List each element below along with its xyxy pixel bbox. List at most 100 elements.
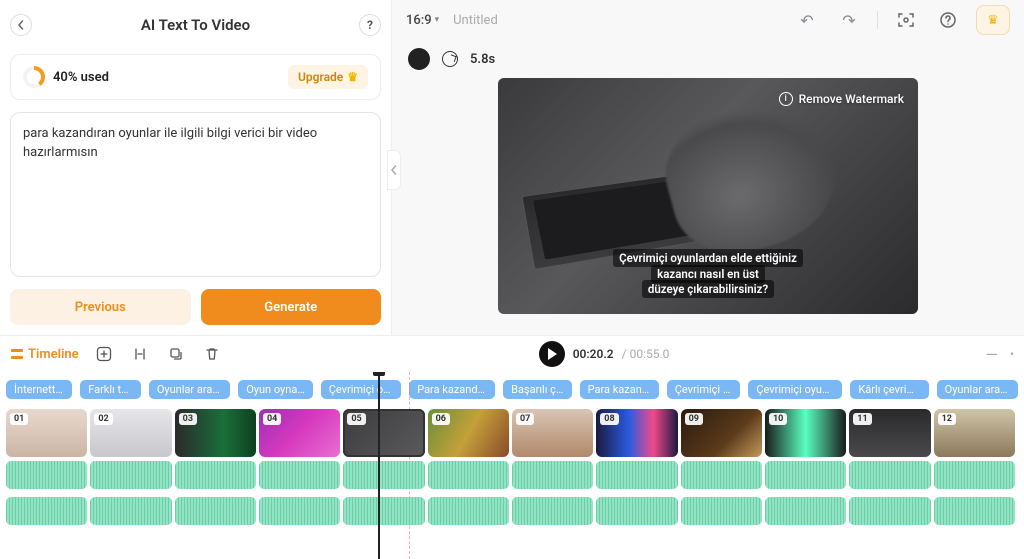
video-clip[interactable]: 07 <box>512 409 593 457</box>
text-track: İnternetten ... Farklı türd... Oyunlar ara… <box>0 378 1024 401</box>
panel-title: AI Text To Video <box>141 16 250 34</box>
chevron-left-icon <box>390 165 398 175</box>
usage-ring-icon <box>23 66 45 88</box>
split-icon <box>132 346 148 362</box>
timeline-icon <box>10 347 24 361</box>
premium-button[interactable]: ♛ <box>976 5 1010 35</box>
timeline-tab[interactable]: Timeline <box>10 347 79 362</box>
text-clip[interactable]: Oyunlar aracılığ... <box>149 380 230 399</box>
usage-box: 40% used Upgrade ♛ <box>10 54 381 100</box>
timeline-panel: Timeline 00:20.2 / 00:55.0 — • İnternett… <box>0 335 1024 559</box>
clip-number: 06 <box>432 413 450 425</box>
audio-clip[interactable] <box>343 497 424 525</box>
zoom-out-button[interactable]: — <box>985 345 998 364</box>
clip-number: 11 <box>853 413 871 425</box>
aspect-label: 16:9 <box>406 13 432 28</box>
audio-clip[interactable] <box>90 461 171 489</box>
audio-clip[interactable] <box>512 497 593 525</box>
timeline-toolbar: Timeline 00:20.2 / 00:55.0 — • <box>0 336 1024 372</box>
text-clip[interactable]: Çevrimiçi oyu... <box>667 380 741 399</box>
clip-number: 09 <box>685 413 703 425</box>
video-clip[interactable]: 04 <box>259 409 340 457</box>
video-clip[interactable]: 03 <box>175 409 256 457</box>
video-clip[interactable]: 05 <box>343 409 424 457</box>
aspect-ratio-select[interactable]: 16:9 ▾ <box>406 13 439 28</box>
audio-track <box>0 495 1024 531</box>
ai-text-to-video-panel: AI Text To Video ? 40% used Upgrade ♛ pa… <box>0 0 392 335</box>
text-clip[interactable]: Başarılı çevr... <box>503 380 572 399</box>
upgrade-button[interactable]: Upgrade ♛ <box>288 65 368 89</box>
playhead[interactable] <box>378 372 380 559</box>
audio-clip[interactable] <box>681 461 762 489</box>
split-button[interactable] <box>129 343 151 365</box>
add-button[interactable] <box>93 343 115 365</box>
text-clip[interactable]: Farklı türd... <box>80 380 141 399</box>
audio-clip[interactable] <box>512 461 593 489</box>
clip-duration: 5.8s <box>470 52 495 67</box>
undo-button[interactable]: ↶ <box>793 6 821 34</box>
audio-clip[interactable] <box>175 461 256 489</box>
audio-clip[interactable] <box>849 461 930 489</box>
audio-clip[interactable] <box>175 497 256 525</box>
audio-clip[interactable] <box>849 497 930 525</box>
audio-clip[interactable] <box>428 461 509 489</box>
zoom-value: • <box>1010 347 1014 361</box>
audio-clip[interactable] <box>934 461 1015 489</box>
text-clip[interactable]: Kârlı çevrimiçi ... <box>850 380 928 399</box>
audio-clip[interactable] <box>596 461 677 489</box>
copy-button[interactable] <box>165 343 187 365</box>
subtitle-text: Çevrimiçi oyunlardan elde ettiğiniz kaza… <box>603 251 813 298</box>
audio-clip[interactable] <box>259 497 340 525</box>
audio-clip[interactable] <box>343 461 424 489</box>
video-track: 0102030405 06 0708 09 10 11 12 <box>0 401 1024 459</box>
audio-clip[interactable] <box>765 461 846 489</box>
audio-clip[interactable] <box>90 497 171 525</box>
audio-clip[interactable] <box>765 497 846 525</box>
video-preview[interactable]: i Remove Watermark Çevrimiçi oyunlardan … <box>498 78 918 314</box>
audio-clip[interactable] <box>934 497 1015 525</box>
video-clip[interactable]: 02 <box>90 409 171 457</box>
video-clip[interactable]: 11 <box>849 409 930 457</box>
text-clip[interactable]: Çevrimiçi oyun oyn... <box>748 380 842 399</box>
play-button[interactable] <box>539 341 565 367</box>
video-clip[interactable]: 09 <box>681 409 762 457</box>
text-clip[interactable]: Oyun oynama... <box>238 380 313 399</box>
watermark-label: Remove Watermark <box>799 92 904 106</box>
remove-watermark-button[interactable]: i Remove Watermark <box>779 92 904 106</box>
audio-clip[interactable] <box>596 497 677 525</box>
video-clip[interactable]: 12 <box>934 409 1015 457</box>
upgrade-label: Upgrade <box>298 70 343 84</box>
project-title[interactable]: Untitled <box>453 13 498 28</box>
text-clip[interactable]: Para kazandıra... <box>580 380 659 399</box>
text-clip[interactable]: Oyunlar aracılığ... <box>937 380 1018 399</box>
video-clip[interactable]: 06 <box>428 409 509 457</box>
text-clip[interactable]: İnternetten ... <box>6 380 72 399</box>
help-button[interactable] <box>934 6 962 34</box>
audio-clip[interactable] <box>681 497 762 525</box>
video-clip[interactable]: 10 <box>765 409 846 457</box>
audio-clip[interactable] <box>259 461 340 489</box>
video-clip[interactable]: 08 <box>596 409 677 457</box>
video-clip[interactable]: 01 <box>6 409 87 457</box>
preview-header: 5.8s <box>392 40 1024 78</box>
audio-clip[interactable] <box>6 461 87 489</box>
capture-button[interactable] <box>892 6 920 34</box>
text-clip[interactable]: Çevrimiçi oyunl... <box>321 380 401 399</box>
audio-clip[interactable] <box>428 497 509 525</box>
chevron-down-icon: ▾ <box>435 15 440 25</box>
back-button[interactable] <box>10 14 32 36</box>
delete-button[interactable] <box>201 343 223 365</box>
audio-clip[interactable] <box>6 497 87 525</box>
generate-button[interactable]: Generate <box>201 289 382 325</box>
clock-icon <box>442 51 458 67</box>
timeline-tracks[interactable]: İnternetten ... Farklı türd... Oyunlar ara… <box>0 372 1024 559</box>
prompt-textarea[interactable]: para kazandıran oyunlar ile ilgili bilgi… <box>10 112 381 277</box>
text-clip[interactable]: Para kazandıran ... <box>409 380 495 399</box>
redo-button[interactable]: ↷ <box>835 6 863 34</box>
collapse-panel-button[interactable] <box>387 150 401 190</box>
topbar: 16:9 ▾ Untitled ↶ ↷ ♛ <box>392 0 1024 40</box>
copy-icon <box>168 346 184 362</box>
preview-dot-icon <box>408 48 430 70</box>
help-button[interactable]: ? <box>359 14 381 36</box>
previous-button[interactable]: Previous <box>10 289 191 325</box>
